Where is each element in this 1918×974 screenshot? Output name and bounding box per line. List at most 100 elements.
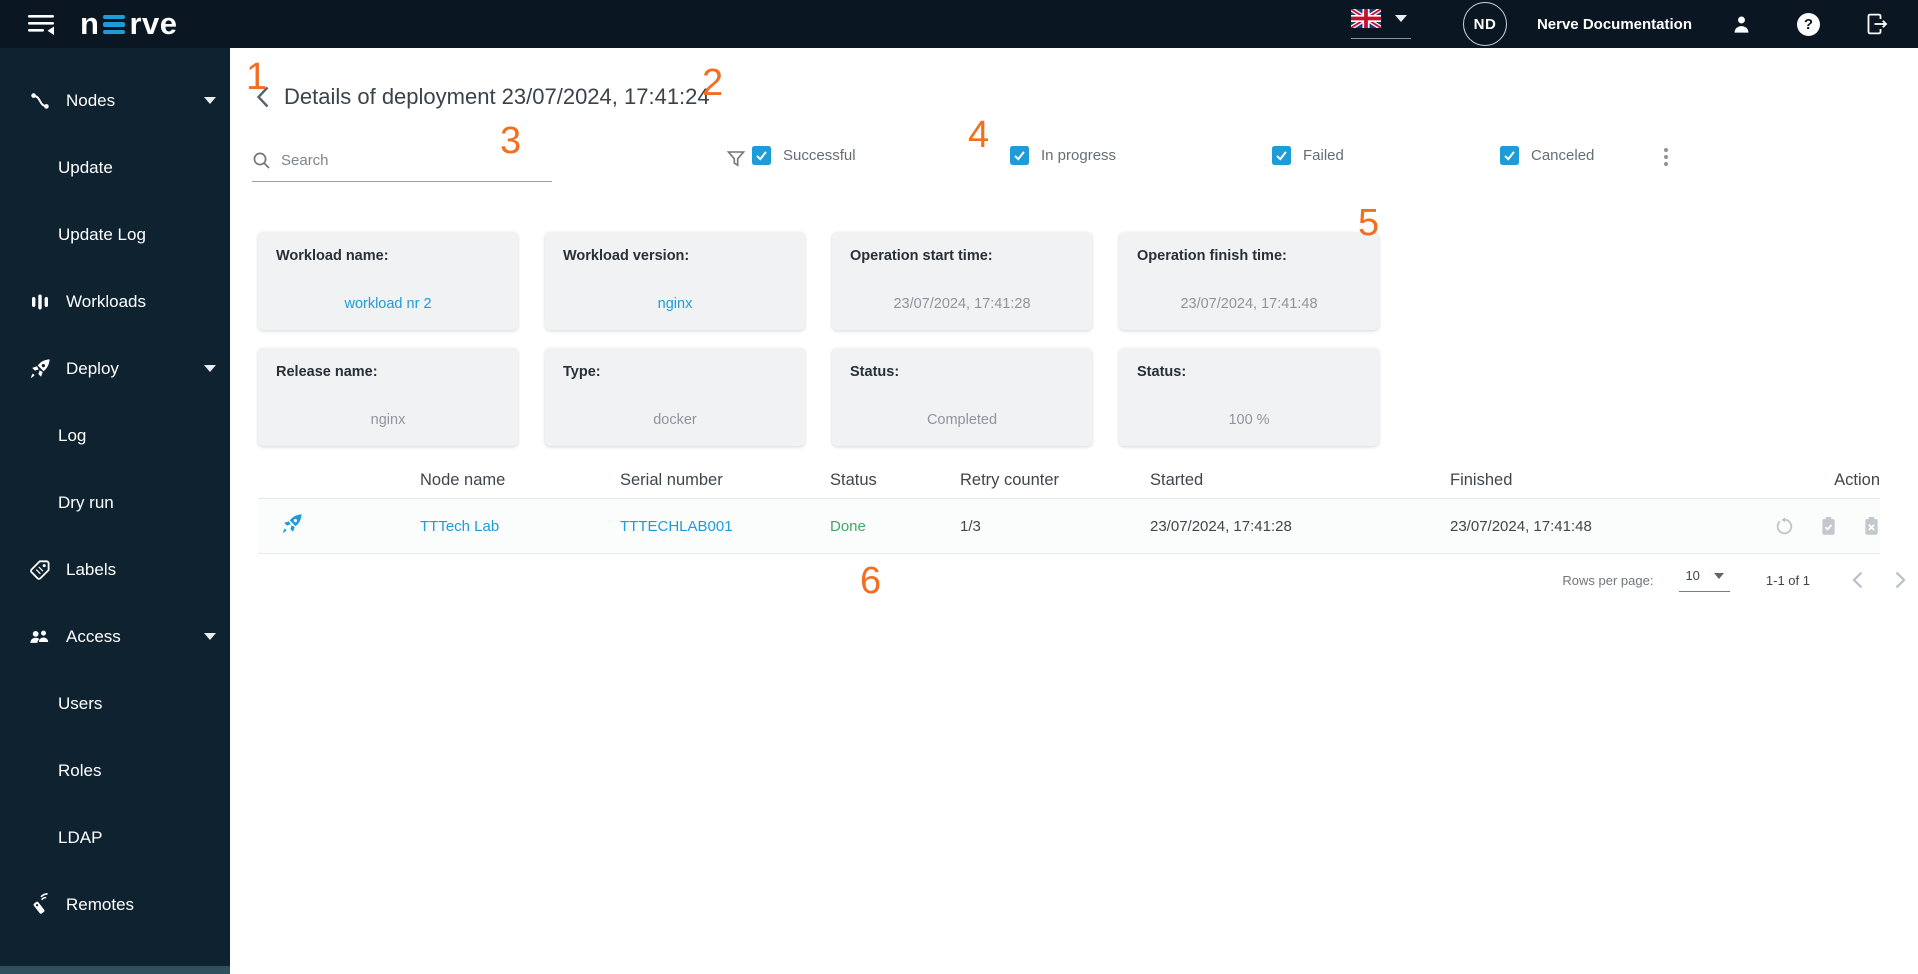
sidebar-item-dry-run[interactable]: Dry run [0,469,230,536]
filter-checkbox-successful[interactable]: Successful [752,146,856,165]
cell-serial-number[interactable]: TTTECHLAB001 [620,518,830,535]
access-users-icon [28,625,52,649]
sidebar-item-nodes[interactable]: Nodes [0,67,230,134]
cell-status: Done [830,517,866,535]
annotation-5: 5 [1358,202,1380,244]
deploy-rocket-icon [258,512,420,540]
col-node-name: Node name [420,470,506,489]
rows-per-page-select[interactable]: 10 [1679,568,1730,592]
sidebar-item-label: LDAP [58,827,103,847]
col-action: Action [1834,470,1880,489]
card-value[interactable]: nginx [563,296,787,316]
sidebar-item-remotes[interactable]: Remotes [0,871,230,938]
cell-started: 23/07/2024, 17:41:28 [1150,517,1292,535]
card-release-name: Release name: nginx [258,348,518,446]
filter-checkbox-canceled[interactable]: Canceled [1500,146,1594,165]
sidebar: Nodes Update Update Log Workloads Deploy… [0,48,230,974]
nerve-logo[interactable]: n rve [80,5,177,41]
card-value: Completed [926,412,998,428]
card-label: Release name: [276,364,378,380]
next-page-button[interactable] [1895,571,1906,589]
filter-checkbox-in-progress[interactable]: In progress [1010,146,1116,165]
search-icon [252,151,271,170]
chevron-down-icon [204,633,216,640]
card-label: Operation start time: [850,248,993,264]
card-workload-name: Workload name: workload nr 2 [258,232,518,330]
cell-finished: 23/07/2024, 17:41:48 [1450,517,1592,535]
more-options-kebab-icon[interactable] [1654,144,1678,170]
sidebar-item-label: Log [58,425,87,445]
deploy-rocket-icon [28,357,52,381]
card-value: docker [653,412,697,428]
sidebar-item-roles[interactable]: Roles [0,737,230,804]
sidebar-item-workloads[interactable]: Workloads [0,268,230,335]
col-started: Started [1150,470,1204,489]
logout-icon[interactable] [1864,11,1890,37]
col-retry-counter: Retry counter [960,470,1060,489]
sidebar-item-label: Labels [66,559,117,579]
sidebar-item-users[interactable]: Users [0,670,230,737]
sidebar-item-label: Roles [58,760,102,780]
sidebar-item-deploy[interactable]: Deploy [0,335,230,402]
sidebar-item-label: Users [58,693,103,713]
workloads-icon [28,290,52,314]
sidebar-item-update-log[interactable]: Update Log [0,201,230,268]
cell-actions [1750,516,1880,536]
card-operation-finish-time: Operation finish time: 23/07/2024, 17:41… [1119,232,1379,330]
chevron-down-icon [1394,15,1407,22]
sidebar-scrollbar[interactable] [0,966,230,974]
card-value: 23/07/2024, 17:41:28 [893,296,1031,312]
sidebar-item-label: Deploy [66,358,119,378]
sidebar-item-log[interactable]: Log [0,402,230,469]
sidebar-item-label: Dry run [58,492,114,512]
chevron-down-icon [204,365,216,372]
user-icon[interactable] [1730,13,1753,36]
card-value: 100 % [1228,412,1270,428]
topbar: n rve ND Nerve Documentation ? [0,0,1918,48]
col-status: Status [830,470,877,489]
sidebar-item-ldap[interactable]: LDAP [0,804,230,871]
card-value: 23/07/2024, 17:41:48 [1180,296,1318,312]
card-label: Type: [563,364,601,380]
checkbox-checked-icon [752,146,771,165]
sidebar-item-label: Access [66,626,121,646]
card-value[interactable]: workload nr 2 [276,296,500,316]
annotation-4: 4 [968,114,990,156]
chevron-down-icon [204,97,216,104]
avatar[interactable]: ND [1462,2,1507,46]
card-label: Workload name: [276,248,389,264]
language-selector[interactable] [1350,9,1411,39]
table-row[interactable]: TTTech Lab TTTECHLAB001 Done 1/3 23/07/2… [258,499,1880,554]
filter-label: Failed [1303,147,1344,164]
clipboard-x-icon[interactable] [1863,516,1880,536]
help-icon[interactable]: ? [1797,12,1820,36]
filter-label: Successful [783,147,856,164]
sidebar-item-label: Update Log [58,224,146,244]
search-input[interactable] [281,152,511,169]
chevron-down-icon [1713,572,1724,579]
cell-retry-counter: 1/3 [960,517,981,535]
sidebar-item-label: Nodes [66,90,116,110]
card-operation-start-time: Operation start time: 23/07/2024, 17:41:… [832,232,1092,330]
card-label: Status: [850,364,900,380]
previous-page-button[interactable] [1852,571,1863,589]
sidebar-item-label: Workloads [66,291,146,311]
user-display-name: Nerve Documentation [1536,15,1692,33]
logo-text-n: n [80,5,100,41]
sidebar-item-labels[interactable]: Labels [0,536,230,603]
retry-icon[interactable] [1775,516,1794,536]
annotation-2: 2 [702,62,724,104]
card-status-percent: Status: 100 % [1119,348,1379,446]
annotation-3: 3 [500,120,522,162]
menu-icon[interactable] [26,11,56,37]
clipboard-check-icon[interactable] [1820,516,1837,536]
page-title: Details of deployment 23/07/2024, 17:41:… [284,84,710,109]
filter-checkbox-failed[interactable]: Failed [1272,146,1344,165]
cell-node-name[interactable]: TTTech Lab [420,518,620,535]
card-workload-version: Workload version: nginx [545,232,805,330]
sidebar-item-access[interactable]: Access [0,603,230,670]
filter-row: Successful In progress Failed Canceled [0,140,1918,184]
filter-funnel-icon[interactable] [726,149,746,174]
filter-label: Canceled [1531,147,1595,164]
table-header: Node name Serial number Status Retry cou… [258,462,1880,499]
